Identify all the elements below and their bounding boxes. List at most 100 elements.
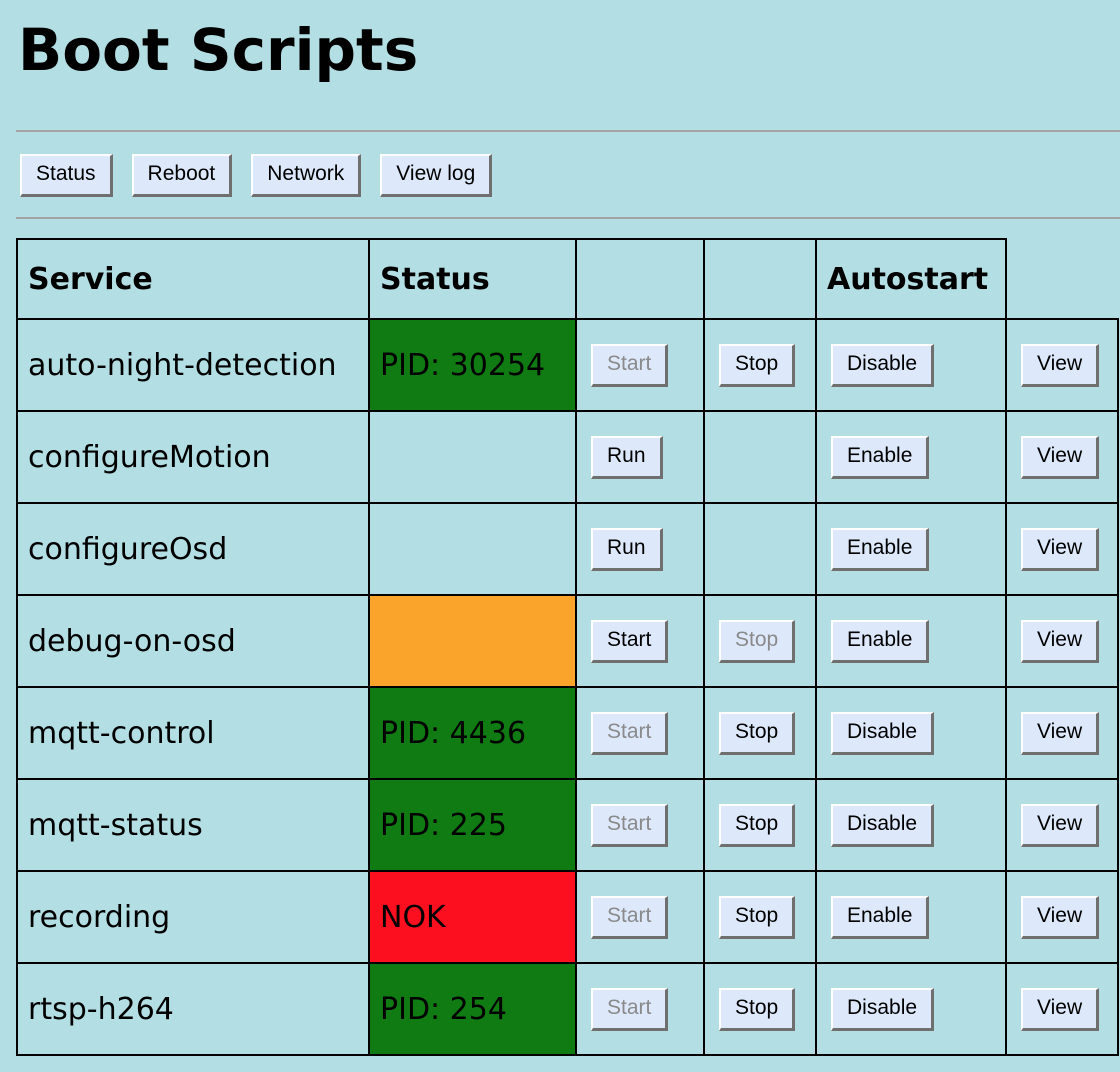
header-service: Service xyxy=(16,238,370,320)
disable-autostart-button[interactable]: Disable xyxy=(831,803,935,847)
start-button[interactable]: Start xyxy=(591,711,669,755)
header-action1 xyxy=(575,238,705,320)
action2-cell xyxy=(703,410,817,504)
action2-cell xyxy=(703,502,817,596)
view-cell: View xyxy=(1005,686,1119,780)
table-row: mqtt-control PID: 4436 Start Stop Disable Vie… xyxy=(16,686,1119,780)
status-cell: PID: 4436 xyxy=(368,686,577,780)
services-table: Service Status Autostart auto-night-dete… xyxy=(16,238,1119,1056)
view-cell: View xyxy=(1005,594,1119,688)
view-button[interactable]: View xyxy=(1021,711,1100,755)
enable-autostart-button[interactable]: Enable xyxy=(831,527,930,571)
service-name: recording xyxy=(16,870,370,964)
reboot-button[interactable]: Reboot xyxy=(131,154,233,197)
header-action2 xyxy=(703,238,817,320)
view-cell: View xyxy=(1005,502,1119,596)
action2-cell: Stop xyxy=(703,778,817,872)
disable-autostart-button[interactable]: Disable xyxy=(831,711,935,755)
enable-autostart-button[interactable]: Enable xyxy=(831,435,930,479)
header-autostart: Autostart xyxy=(815,238,1007,320)
action1-cell: Start xyxy=(575,318,705,412)
status-cell xyxy=(368,410,577,504)
header-status: Status xyxy=(368,238,577,320)
table-row: debug-on-osd Start Stop Enable View xyxy=(16,594,1119,688)
network-button[interactable]: Network xyxy=(251,154,362,197)
service-name: debug-on-osd xyxy=(16,594,370,688)
autostart-cell: Enable xyxy=(815,870,1007,964)
view-button[interactable]: View xyxy=(1021,895,1100,939)
action2-cell: Stop xyxy=(703,594,817,688)
divider xyxy=(16,217,1120,219)
action1-cell: Run xyxy=(575,410,705,504)
status-cell: PID: 254 xyxy=(368,962,577,1056)
table-row: recording NOK Start Stop Enable View xyxy=(16,870,1119,964)
stop-button[interactable]: Stop xyxy=(719,895,796,939)
autostart-cell: Disable xyxy=(815,962,1007,1056)
enable-autostart-button[interactable]: Enable xyxy=(831,895,930,939)
table-row: configureMotion Run Enable View xyxy=(16,410,1119,504)
view-button[interactable]: View xyxy=(1021,987,1100,1031)
table-row: mqtt-status PID: 225 Start Stop Disable View xyxy=(16,778,1119,872)
action2-cell: Stop xyxy=(703,318,817,412)
table-row: auto-night-detection PID: 30254 Start Stop D… xyxy=(16,318,1119,412)
autostart-cell: Disable xyxy=(815,318,1007,412)
view-cell: View xyxy=(1005,778,1119,872)
action1-cell: Start xyxy=(575,962,705,1056)
stop-button[interactable]: Stop xyxy=(719,803,796,847)
view-log-button[interactable]: View log xyxy=(380,154,493,197)
service-name: rtsp-h264 xyxy=(16,962,370,1056)
view-cell: View xyxy=(1005,318,1119,412)
autostart-cell: Enable xyxy=(815,410,1007,504)
view-button[interactable]: View xyxy=(1021,619,1100,663)
divider xyxy=(16,130,1120,132)
page-title: Boot Scripts xyxy=(18,16,419,84)
action2-cell: Stop xyxy=(703,870,817,964)
status-cell: NOK xyxy=(368,870,577,964)
action2-cell: Stop xyxy=(703,686,817,780)
action1-cell: Start xyxy=(575,594,705,688)
status-button[interactable]: Status xyxy=(20,154,113,197)
service-name: configureMotion xyxy=(16,410,370,504)
view-button[interactable]: View xyxy=(1021,343,1100,387)
view-cell: View xyxy=(1005,410,1119,504)
view-cell: View xyxy=(1005,962,1119,1056)
stop-button[interactable]: Stop xyxy=(719,343,796,387)
action1-cell: Start xyxy=(575,870,705,964)
stop-button[interactable]: Stop xyxy=(719,619,796,663)
view-cell: View xyxy=(1005,870,1119,964)
stop-button[interactable]: Stop xyxy=(719,987,796,1031)
status-cell: PID: 225 xyxy=(368,778,577,872)
service-name: mqtt-status xyxy=(16,778,370,872)
start-button[interactable]: Start xyxy=(591,343,669,387)
action2-cell: Stop xyxy=(703,962,817,1056)
service-name: auto-night-detection xyxy=(16,318,370,412)
stop-button[interactable]: Stop xyxy=(719,711,796,755)
status-cell xyxy=(368,594,577,688)
disable-autostart-button[interactable]: Disable xyxy=(831,343,935,387)
table-header-row: Service Status Autostart xyxy=(16,238,1118,320)
action1-cell: Start xyxy=(575,778,705,872)
action1-cell: Start xyxy=(575,686,705,780)
autostart-cell: Enable xyxy=(815,594,1007,688)
view-button[interactable]: View xyxy=(1021,527,1100,571)
start-button[interactable]: Start xyxy=(591,619,669,663)
start-button[interactable]: Start xyxy=(591,987,669,1031)
start-button[interactable]: Start xyxy=(591,803,669,847)
autostart-cell: Disable xyxy=(815,686,1007,780)
status-cell: PID: 30254 xyxy=(368,318,577,412)
disable-autostart-button[interactable]: Disable xyxy=(831,987,935,1031)
table-row: configureOsd Run Enable View xyxy=(16,502,1119,596)
enable-autostart-button[interactable]: Enable xyxy=(831,619,930,663)
view-button[interactable]: View xyxy=(1021,435,1100,479)
service-name: mqtt-control xyxy=(16,686,370,780)
run-button[interactable]: Run xyxy=(591,527,663,571)
start-button[interactable]: Start xyxy=(591,895,669,939)
nav-bar: Status Reboot Network View log xyxy=(20,154,511,197)
service-name: configureOsd xyxy=(16,502,370,596)
autostart-cell: Enable xyxy=(815,502,1007,596)
view-button[interactable]: View xyxy=(1021,803,1100,847)
status-cell xyxy=(368,502,577,596)
run-button[interactable]: Run xyxy=(591,435,663,479)
header-view xyxy=(1006,239,1118,319)
action1-cell: Run xyxy=(575,502,705,596)
